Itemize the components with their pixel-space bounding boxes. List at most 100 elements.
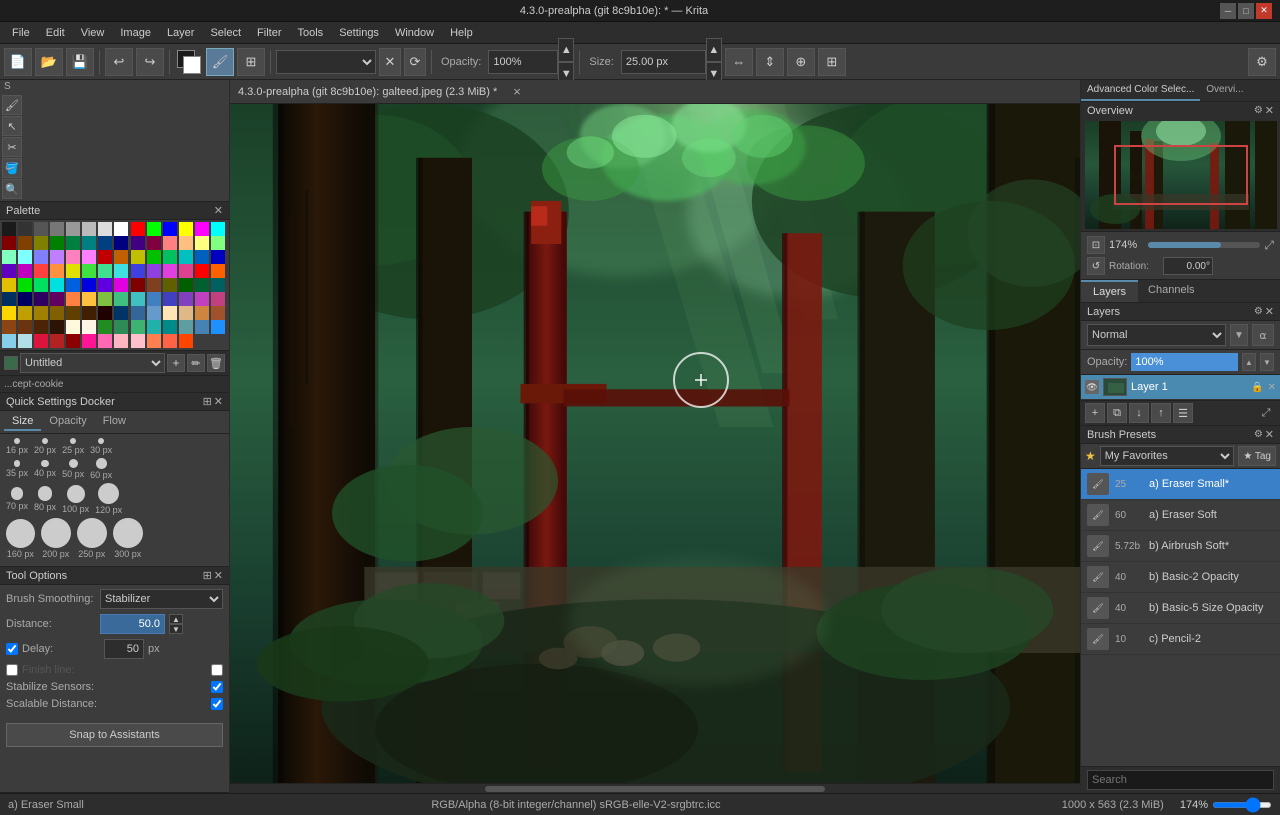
palette-color-cell[interactable] [211, 264, 225, 278]
palette-color-cell[interactable] [195, 222, 209, 236]
menu-help[interactable]: Help [442, 25, 481, 41]
palette-color-cell[interactable] [131, 334, 145, 348]
background-color[interactable] [183, 56, 201, 74]
palette-color-cell[interactable] [18, 306, 32, 320]
delay-checkbox[interactable] [6, 643, 18, 655]
brush-tool-button[interactable]: 🖌 [206, 48, 234, 76]
brush-size-circle[interactable] [113, 518, 143, 548]
opacity-up[interactable]: ▲ [1242, 353, 1256, 371]
palette-color-cell[interactable] [195, 306, 209, 320]
overview-thumb[interactable] [1085, 121, 1277, 229]
tab-layers[interactable]: Layers [1081, 280, 1138, 302]
del-layer-btn[interactable]: 🗑 [207, 354, 225, 372]
palette-color-cell[interactable] [66, 264, 80, 278]
copy-layer-btn[interactable]: ⧉ [1107, 403, 1127, 423]
palette-color-cell[interactable] [179, 278, 193, 292]
bp-settings[interactable]: ⚙ [1254, 428, 1263, 441]
menu-filter[interactable]: Filter [249, 25, 289, 41]
palette-color-cell[interactable] [66, 222, 80, 236]
palette-color-cell[interactable] [179, 236, 193, 250]
palette-color-cell[interactable] [163, 306, 177, 320]
zoom-reset[interactable]: ⊡ [1087, 236, 1105, 254]
to-float[interactable]: ⊞ [203, 569, 212, 582]
menu-select[interactable]: Select [202, 25, 249, 41]
new-button[interactable]: 📄 [4, 48, 32, 76]
finish-line-checkbox[interactable] [6, 664, 18, 676]
brush-size-circle[interactable] [6, 519, 35, 548]
palette-color-cell[interactable] [98, 334, 112, 348]
brush-preset-item[interactable]: 🖌60a) Eraser Soft [1081, 500, 1280, 531]
palette-color-cell[interactable] [2, 236, 16, 250]
bp-search-input[interactable] [1087, 770, 1274, 790]
palette-color-cell[interactable] [114, 236, 128, 250]
palette-color-cell[interactable] [179, 264, 193, 278]
menu-tools[interactable]: Tools [290, 25, 332, 41]
palette-color-cell[interactable] [66, 320, 80, 334]
palette-color-cell[interactable] [147, 236, 161, 250]
palette-color-cell[interactable] [98, 222, 112, 236]
edit-layer-btn[interactable]: ✏ [187, 354, 205, 372]
tab-overview[interactable]: Overvi... [1200, 80, 1249, 101]
layer-up-btn[interactable]: ↑ [1151, 403, 1171, 423]
finish-line-checkbox2[interactable] [211, 664, 223, 676]
palette-color-cell[interactable] [114, 292, 128, 306]
palette-color-cell[interactable] [179, 334, 193, 348]
layer-menu-btn[interactable]: ☰ [1173, 403, 1193, 423]
palette-color-cell[interactable] [50, 334, 64, 348]
distance-up[interactable]: ▲ [169, 614, 183, 624]
layer-lock[interactable]: 🔒 [1251, 382, 1263, 393]
layer-visible-eye[interactable]: 👁 [1085, 380, 1099, 394]
tab-channels[interactable]: Channels [1138, 280, 1204, 302]
palette-color-cell[interactable] [163, 264, 177, 278]
palette-color-cell[interactable] [114, 278, 128, 292]
layer-name-select[interactable]: Untitled [20, 353, 165, 373]
palette-close[interactable]: ✕ [214, 204, 223, 217]
palette-color-cell[interactable] [195, 292, 209, 306]
tab-size[interactable]: Size [4, 413, 41, 431]
palette-color-cell[interactable] [147, 264, 161, 278]
palette-color-cell[interactable] [98, 250, 112, 264]
sync-button[interactable]: ⟳ [404, 48, 426, 76]
scalable-distance-checkbox[interactable] [211, 698, 223, 710]
brush-size-circle[interactable] [14, 438, 20, 444]
menu-settings[interactable]: Settings [331, 25, 387, 41]
palette-color-cell[interactable] [179, 320, 193, 334]
palette-color-cell[interactable] [18, 222, 32, 236]
palette-color-cell[interactable] [114, 306, 128, 320]
brush-preset-item[interactable]: 🖌5.72bb) Airbrush Soft* [1081, 531, 1280, 562]
palette-color-cell[interactable] [131, 222, 145, 236]
palette-color-cell[interactable] [98, 264, 112, 278]
layer-expand-btn[interactable]: ⤢ [1256, 403, 1276, 423]
color-pair[interactable] [175, 48, 203, 76]
palette-color-cell[interactable] [82, 278, 96, 292]
opacity-down[interactable]: ▼ [1260, 353, 1274, 371]
palette-color-cell[interactable] [82, 222, 96, 236]
palette-color-cell[interactable] [2, 250, 16, 264]
brush-size-circle[interactable] [38, 486, 52, 500]
fill-tool[interactable]: 🪣 [2, 158, 22, 178]
palette-color-cell[interactable] [114, 250, 128, 264]
undo-button[interactable]: ↩ [105, 48, 133, 76]
palette-color-cell[interactable] [82, 250, 96, 264]
palette-color-cell[interactable] [147, 320, 161, 334]
palette-color-cell[interactable] [131, 292, 145, 306]
palette-color-cell[interactable] [147, 222, 161, 236]
palette-color-cell[interactable] [2, 334, 16, 348]
brush-size-circle[interactable] [41, 518, 71, 548]
palette-color-cell[interactable] [50, 236, 64, 250]
opacity-bar[interactable]: 100% [1131, 353, 1238, 371]
brush-size-circle[interactable] [69, 459, 78, 468]
palette-color-cell[interactable] [34, 334, 48, 348]
palette-color-cell[interactable] [34, 264, 48, 278]
layers-settings[interactable]: ⚙ [1254, 305, 1263, 318]
palette-color-cell[interactable] [66, 334, 80, 348]
palette-color-cell[interactable] [195, 264, 209, 278]
redo-button[interactable]: ↪ [136, 48, 164, 76]
palette-color-cell[interactable] [2, 306, 16, 320]
palette-color-cell[interactable] [2, 292, 16, 306]
palette-color-cell[interactable] [50, 264, 64, 278]
qs-float[interactable]: ⊞ [203, 395, 212, 408]
zoom-slider-track[interactable] [1148, 242, 1260, 248]
palette-color-cell[interactable] [66, 292, 80, 306]
tab-opacity[interactable]: Opacity [41, 413, 94, 431]
